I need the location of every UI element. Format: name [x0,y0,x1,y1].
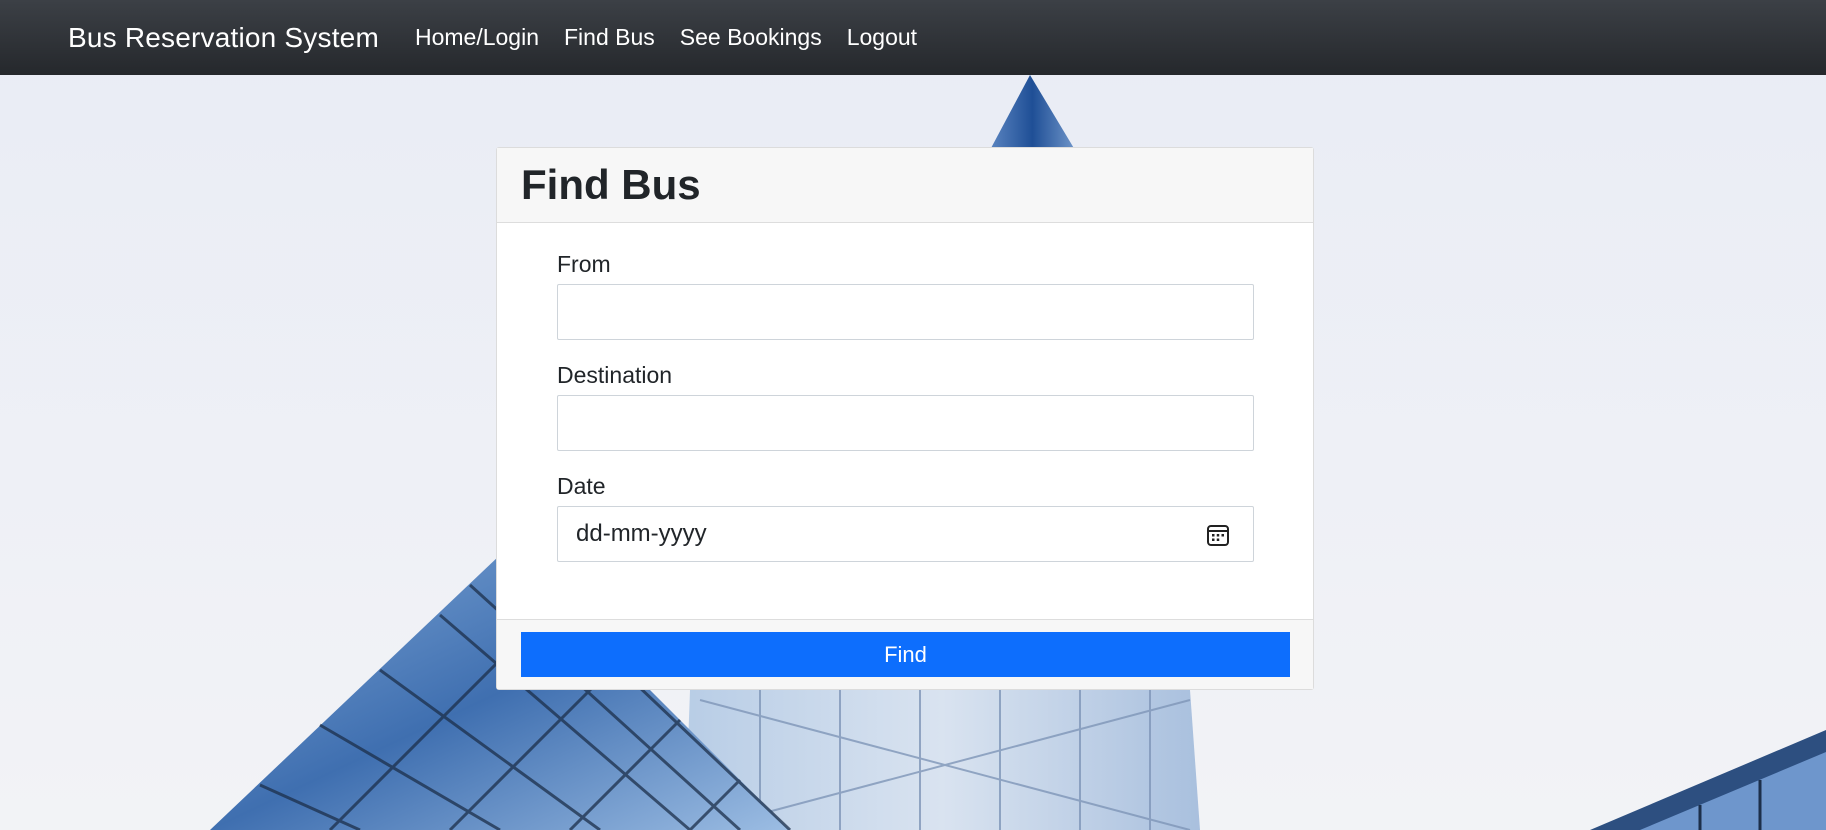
from-label: From [557,251,611,277]
date-label: Date [557,473,606,499]
card-footer: Find [497,619,1313,689]
destination-input[interactable] [557,395,1254,451]
destination-group: Destination [557,362,1254,451]
navbar: Bus Reservation System Home/Login Find B… [0,0,1826,75]
destination-label: Destination [557,362,673,388]
find-bus-card: Find Bus From Destination Date dd-mm-yyy… [496,147,1314,690]
page: Bus Reservation System Home/Login Find B… [0,0,1826,830]
date-input[interactable]: dd-mm-yyyy [557,506,1254,562]
find-button[interactable]: Find [521,632,1290,677]
from-input[interactable] [557,284,1254,340]
from-group: From [557,251,1254,340]
nav-link-logout[interactable]: Logout [847,24,917,51]
date-placeholder: dd-mm-yyyy [576,520,707,547]
calendar-icon[interactable] [1206,523,1230,547]
card-body: From Destination Date dd-mm-yyyy [497,223,1313,620]
nav-link-see-bookings[interactable]: See Bookings [680,24,822,51]
card-header: Find Bus [497,148,1313,223]
brand-link[interactable]: Bus Reservation System [68,22,379,54]
nav-link-find-bus[interactable]: Find Bus [564,24,655,51]
date-group: Date dd-mm-yyyy [557,473,1254,562]
nav-link-home-login[interactable]: Home/Login [415,24,539,51]
card-title: Find Bus [521,161,701,208]
